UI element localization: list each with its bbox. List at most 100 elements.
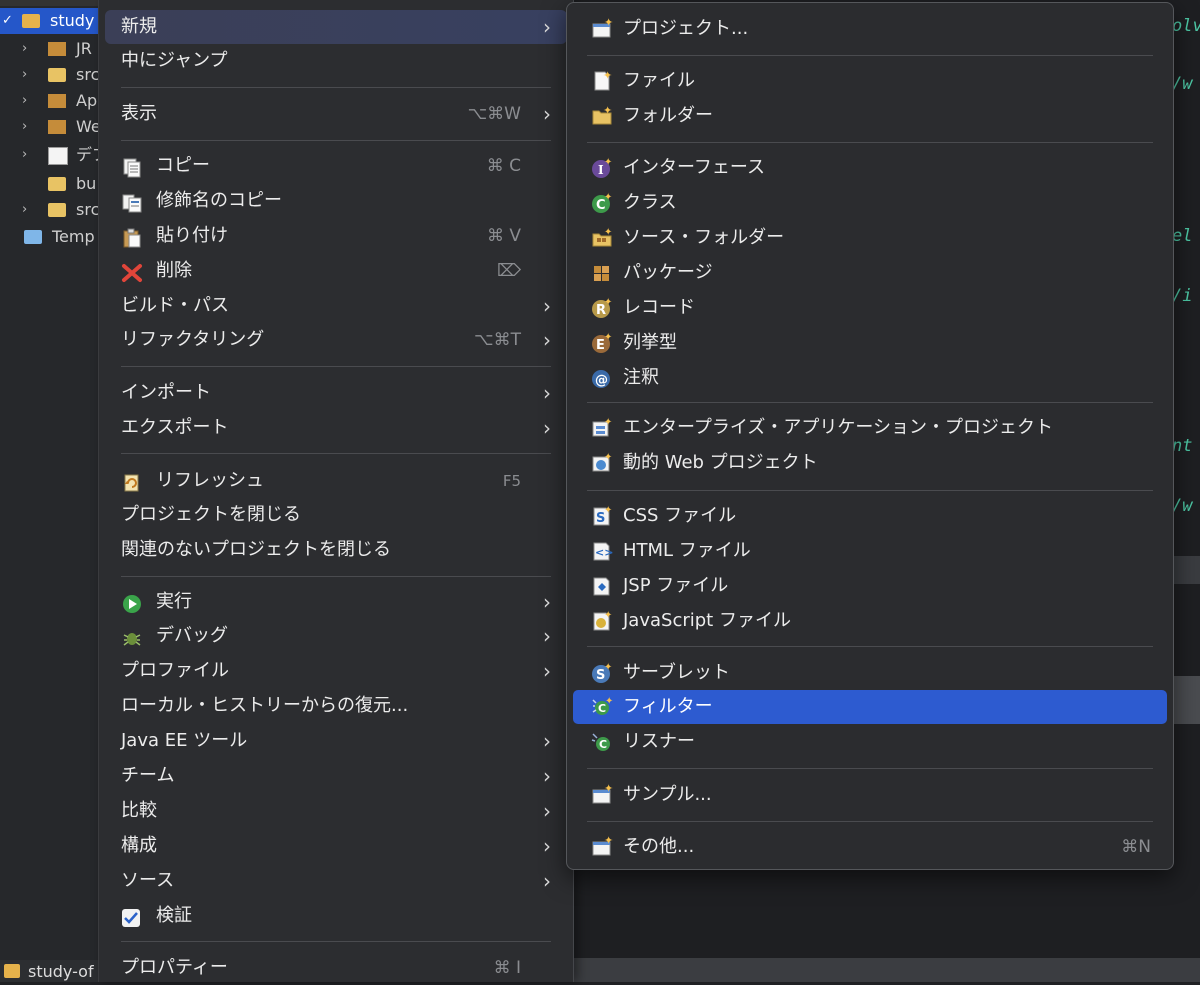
sample-icon: ✦ — [591, 782, 613, 806]
svg-text:✦: ✦ — [604, 227, 612, 238]
tree-item-jre[interactable]: › JR — [0, 36, 104, 62]
menu-item-refactor[interactable]: リファクタリング ⌥⌘T › — [99, 323, 573, 357]
submenu-item-css-file[interactable]: S ✦ CSS ファイル — [573, 499, 1167, 533]
menu-item-label: リフレッシュ — [156, 470, 264, 491]
menu-item-close-unrelated-projects[interactable]: 関連のないプロジェクトを閉じる — [99, 533, 573, 567]
submenu-item-enterprise-app[interactable]: ✦ エンタープライズ・アプリケーション・プロジェクト — [573, 411, 1167, 445]
menu-item-label: インポート — [121, 382, 211, 403]
submenu-item-label: ファイル — [623, 70, 695, 91]
submenu-item-label: フォルダー — [623, 105, 713, 126]
tree-item-src[interactable]: › src — [0, 62, 104, 88]
submenu-item-project[interactable]: ✦ プロジェクト... — [573, 12, 1167, 46]
submenu-item-sample[interactable]: ✦ サンプル... — [573, 778, 1167, 812]
menu-item-label: 実行 — [156, 591, 192, 612]
submenu-item-filter[interactable]: C ✦ フィルター — [573, 690, 1167, 724]
deployment-descriptor-icon — [48, 147, 68, 165]
menu-item-debug[interactable]: デバッグ › — [99, 619, 573, 653]
submenu-item-dynamic-web-project[interactable]: ✦ 動的 Web プロジェクト — [573, 446, 1167, 480]
run-icon — [121, 592, 143, 613]
interface-icon: I ✦ — [591, 157, 613, 179]
library-icon — [48, 94, 66, 108]
submenu-item-other[interactable]: ✦ その他... ⌘N — [573, 830, 1167, 864]
chevron-right-icon[interactable]: › — [22, 114, 27, 140]
chevron-right-icon[interactable]: › — [22, 142, 27, 168]
shortcut-label: ⌦ — [496, 261, 521, 281]
menu-separator — [587, 821, 1153, 822]
tree-item-build[interactable]: bu — [0, 171, 104, 197]
chevron-down-icon[interactable]: ✓ — [2, 8, 13, 34]
submenu-item-label: JSP ファイル — [623, 575, 729, 596]
svg-text:✦: ✦ — [604, 18, 613, 29]
menu-item-source[interactable]: ソース › — [99, 864, 573, 898]
menu-separator — [587, 55, 1153, 56]
menu-item-paste[interactable]: 貼り付け ⌘ V — [99, 219, 573, 253]
tree-item-temp[interactable]: Temp — [0, 224, 104, 250]
tree-item-deploy[interactable]: › デプ — [0, 142, 104, 168]
menu-item-copy[interactable]: コピー ⌘ C — [99, 149, 573, 183]
chevron-right-icon: › — [543, 659, 551, 683]
menu-item-go-into[interactable]: 中にジャンプ — [99, 44, 573, 78]
menu-item-validate[interactable]: 検証 — [99, 899, 573, 933]
menu-item-label: 新規 — [121, 16, 157, 37]
new-submenu: ✦ プロジェクト... ✦ ファイル ✦ フォルダー I ✦ インターフェース C… — [566, 2, 1174, 870]
submenu-item-source-folder[interactable]: ✦ ソース・フォルダー — [573, 221, 1167, 255]
menu-item-run[interactable]: 実行 › — [99, 585, 573, 619]
menu-separator — [121, 453, 551, 454]
tree-item-ap[interactable]: › Ap — [0, 88, 104, 114]
menu-item-close-project[interactable]: プロジェクトを閉じる — [99, 498, 573, 532]
menu-item-java-ee-tools[interactable]: Java EE ツール › — [99, 724, 573, 758]
svg-text:✦: ✦ — [603, 70, 612, 82]
menu-item-export[interactable]: エクスポート › — [99, 411, 573, 445]
submenu-item-label: JavaScript ファイル — [623, 610, 791, 631]
tree-item-label: src — [76, 65, 100, 84]
bottom-tab[interactable]: study-of — [0, 960, 110, 982]
copy-icon — [121, 156, 143, 178]
dynamic-web-project-icon: ✦ — [591, 452, 613, 474]
submenu-item-class[interactable]: C ✦ クラス — [573, 186, 1167, 220]
submenu-item-label: HTML ファイル — [623, 540, 751, 561]
submenu-item-listener[interactable]: C リスナー — [573, 725, 1167, 759]
tree-item-project[interactable]: ✓ study — [0, 8, 104, 34]
chevron-right-icon[interactable]: › — [22, 197, 27, 223]
chevron-right-icon: › — [543, 328, 551, 352]
submenu-item-folder[interactable]: ✦ フォルダー — [573, 99, 1167, 133]
chevron-right-icon[interactable]: › — [22, 88, 27, 114]
menu-item-properties[interactable]: プロパティー ⌘ I — [99, 951, 573, 985]
menu-item-new[interactable]: 新規 › — [105, 10, 567, 44]
submenu-item-annotation[interactable]: @ 注釈 — [573, 361, 1167, 395]
submenu-item-record[interactable]: R ✦ レコード — [573, 291, 1167, 325]
svg-text:✦: ✦ — [604, 452, 612, 463]
submenu-item-label: リスナー — [623, 731, 695, 752]
submenu-item-interface[interactable]: I ✦ インターフェース — [573, 151, 1167, 185]
chevron-right-icon[interactable]: › — [22, 36, 27, 62]
menu-item-team[interactable]: チーム › — [99, 759, 573, 793]
library-icon — [48, 42, 66, 56]
record-icon: R ✦ — [591, 297, 613, 319]
chevron-right-icon: › — [543, 729, 551, 753]
menu-item-compare[interactable]: 比較 › — [99, 794, 573, 828]
menu-item-label: プロファイル — [121, 660, 229, 681]
submenu-item-file[interactable]: ✦ ファイル — [573, 64, 1167, 98]
shortcut-label: ⌥⌘T — [474, 330, 521, 350]
package-folder-icon — [48, 68, 66, 82]
menu-item-configure[interactable]: 構成 › — [99, 829, 573, 863]
menu-item-label: リファクタリング — [121, 329, 265, 350]
chevron-right-icon[interactable]: › — [22, 62, 27, 88]
menu-item-delete[interactable]: 削除 ⌦ — [99, 254, 573, 288]
submenu-item-servlet[interactable]: S ✦ サーブレット — [573, 656, 1167, 690]
menu-item-restore-local-history[interactable]: ローカル・ヒストリーからの復元... — [99, 689, 573, 723]
menu-item-refresh[interactable]: リフレッシュ F5 — [99, 464, 573, 498]
submenu-item-html-file[interactable]: <> HTML ファイル — [573, 534, 1167, 568]
submenu-item-package[interactable]: パッケージ — [573, 256, 1167, 290]
submenu-item-label: インターフェース — [623, 157, 766, 178]
menu-item-copy-qualified-name[interactable]: 修飾名のコピー — [99, 184, 573, 218]
menu-item-import[interactable]: インポート › — [99, 376, 573, 410]
menu-item-profile[interactable]: プロファイル › — [99, 654, 573, 688]
submenu-item-enum[interactable]: E ✦ 列挙型 — [573, 326, 1167, 360]
menu-item-build-path[interactable]: ビルド・パス › — [99, 289, 573, 323]
tree-item-we[interactable]: › We — [0, 114, 104, 140]
tree-item-src2[interactable]: › src — [0, 197, 104, 223]
menu-item-show-in[interactable]: 表示 ⌥⌘W › — [99, 97, 573, 131]
submenu-item-jsp-file[interactable]: JSP ファイル — [573, 569, 1167, 603]
submenu-item-javascript-file[interactable]: ✦ JavaScript ファイル — [573, 604, 1167, 638]
